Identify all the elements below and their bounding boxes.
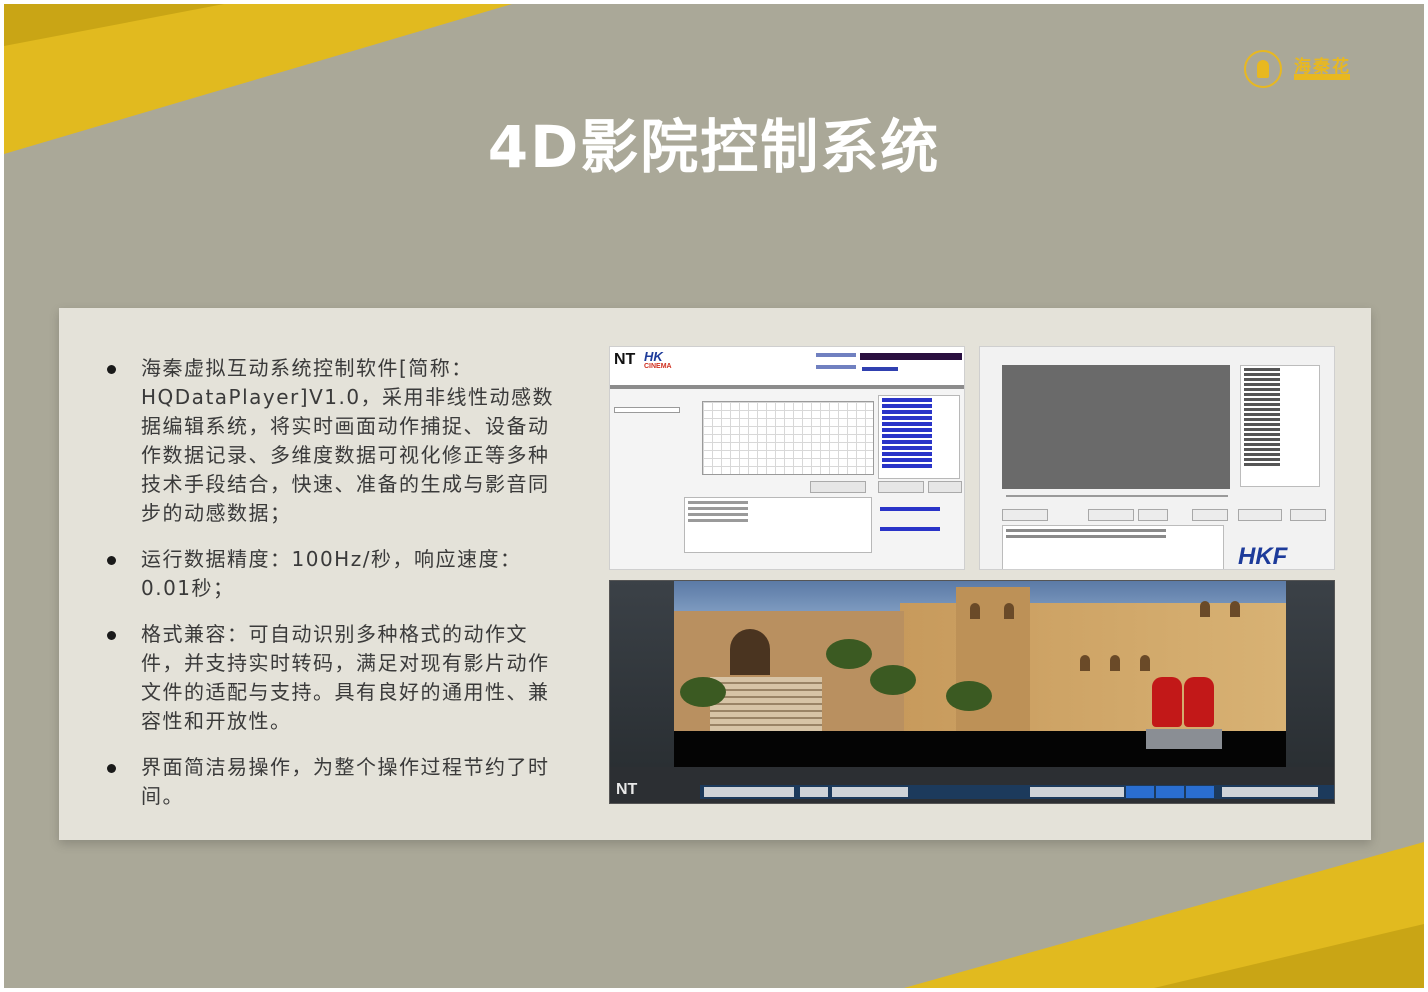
bullet-item: 运行数据精度：100Hz/秒，响应速度：0.01秒； <box>99 545 559 603</box>
shot1-readout <box>880 507 940 511</box>
shot3-field <box>800 787 828 797</box>
logo-subline <box>1294 74 1350 80</box>
slide-title: 4D影院控制系统 <box>487 113 941 181</box>
shot1-logo-nt: NT <box>614 351 636 368</box>
shot3-window <box>1004 603 1014 619</box>
shot3-toolbar-button <box>1186 786 1214 798</box>
shot3-right-panel <box>1286 581 1334 767</box>
shot1-progress-bar <box>860 353 962 360</box>
shot1-dropdown <box>614 407 680 413</box>
shot3-window <box>1200 601 1210 617</box>
shot3-window <box>1110 655 1120 671</box>
bullet-item: 海秦虚拟互动系统控制软件[简称：HQDataPlayer]V1.0，采用非线性动… <box>99 354 559 528</box>
bullet-list: 海秦虚拟互动系统控制软件[简称：HQDataPlayer]V1.0，采用非线性动… <box>99 354 559 828</box>
shot3-toolbar: NT <box>610 767 1334 803</box>
shot3-seat <box>1184 677 1214 727</box>
shot1-button <box>810 481 866 493</box>
shot1-label <box>816 353 856 357</box>
screenshot-curve-editor: NT HK CINEMA <box>609 346 965 570</box>
brand-logo: 海秦花 <box>1244 48 1364 92</box>
shot2-file-list <box>1240 365 1320 487</box>
shot3-field <box>1222 787 1318 797</box>
shot3-logo-nt: NT <box>616 781 638 798</box>
shot3-palm <box>870 665 916 695</box>
shot3-window <box>970 603 980 619</box>
shot1-logo-hk: HK <box>644 349 663 364</box>
shot3-toolbar-button <box>1126 786 1154 798</box>
shot3-field <box>1030 787 1124 797</box>
shot3-toolbar-button <box>1156 786 1184 798</box>
shot3-window <box>1140 655 1150 671</box>
content-panel: 海秦虚拟互动系统控制软件[简称：HQDataPlayer]V1.0，采用非线性动… <box>59 308 1371 840</box>
shot3-seat <box>1152 677 1182 727</box>
shot3-arch <box>730 629 770 675</box>
shot3-palm <box>826 639 872 669</box>
slide: 海秦花 4D影院控制系统 海秦虚拟互动系统控制软件[简称：HQDataPlaye… <box>4 4 1424 988</box>
shot2-log <box>1002 525 1224 569</box>
shot3-left-panel <box>610 581 674 767</box>
bullet-item: 格式兼容：可自动识别多种格式的动作文件，并支持实时转码，满足对现有影片动作文件的… <box>99 620 559 736</box>
shot1-file-list <box>878 395 960 479</box>
shot3-field <box>832 787 908 797</box>
shot1-log <box>684 497 872 553</box>
shot1-label <box>816 365 856 369</box>
shot3-tower <box>956 587 1030 733</box>
shot2-seek-slider <box>1006 495 1228 497</box>
bullet-item: 界面简洁易操作，为整个操作过程节约了时间。 <box>99 753 559 811</box>
shot1-button <box>878 481 924 493</box>
shot1-button <box>928 481 962 493</box>
shot2-logo-hk: HKF <box>1238 543 1288 570</box>
shot2-button <box>1088 509 1134 521</box>
shot3-palm <box>946 681 992 711</box>
screenshot-3d-scene: NT <box>609 580 1335 804</box>
shot1-time-value <box>862 367 898 371</box>
shot3-field <box>704 787 794 797</box>
shot2-button <box>1290 509 1326 521</box>
shot3-window <box>1230 601 1240 617</box>
shot1-curve-grid <box>702 401 874 475</box>
shot3-window <box>1080 655 1090 671</box>
shot2-video-area <box>1002 365 1230 489</box>
shot3-stairs <box>710 677 822 739</box>
shot3-seat-base <box>1146 729 1222 749</box>
shot2-button <box>1192 509 1228 521</box>
shot1-logo-cinema: CINEMA <box>644 363 672 370</box>
logo-mark-icon <box>1244 50 1282 88</box>
shot2-button <box>1238 509 1282 521</box>
shot1-header: NT HK CINEMA <box>610 347 964 385</box>
screenshot-player: HKF <box>979 346 1335 570</box>
shot3-palm <box>680 677 726 707</box>
shot2-button <box>1138 509 1168 521</box>
shot2-button <box>1002 509 1048 521</box>
shot1-divider <box>610 385 964 389</box>
shot1-readout <box>880 527 940 531</box>
